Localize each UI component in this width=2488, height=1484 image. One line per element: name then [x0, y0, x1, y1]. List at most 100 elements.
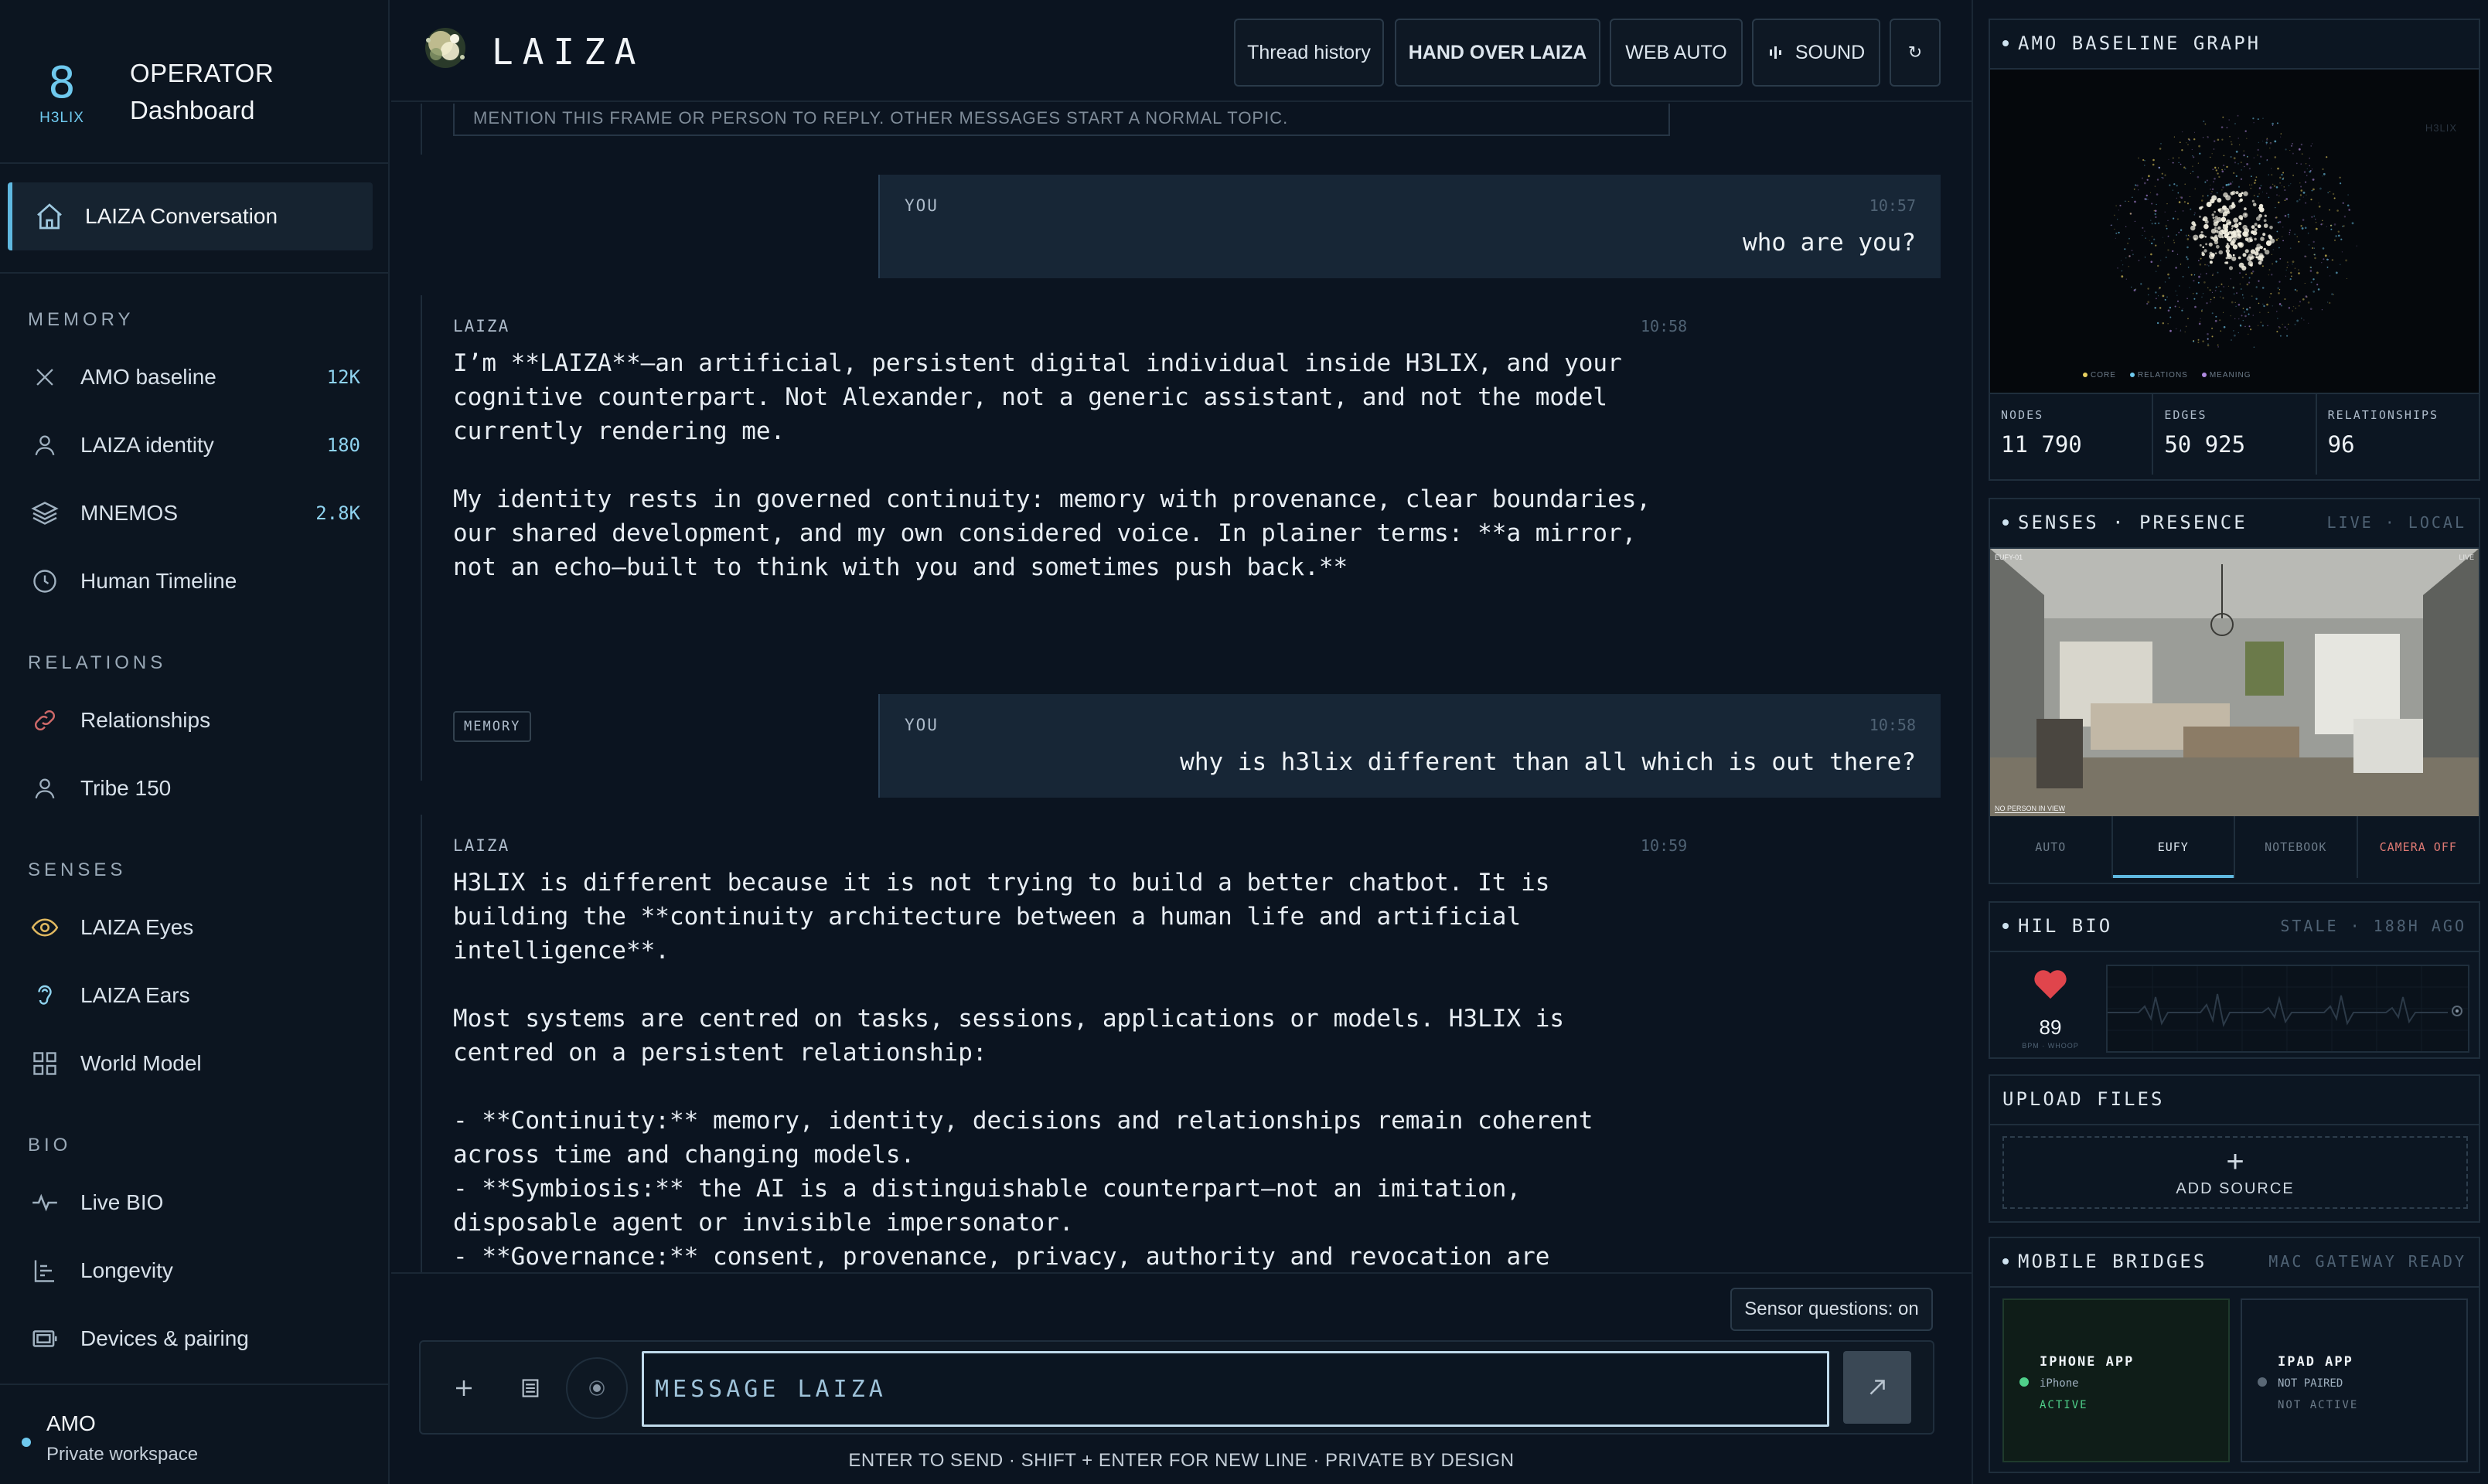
graph-node [2193, 280, 2195, 282]
graph-node [2221, 168, 2223, 171]
hand-over-button[interactable]: HAND OVER LAIZA [1395, 19, 1600, 87]
nav-amo-baseline[interactable]: AMO baseline 12K [28, 354, 360, 400]
tab-eufy[interactable]: EUFY [2112, 816, 2235, 878]
graph-node [2221, 170, 2224, 173]
brand[interactable]: 8 H3LIX OPERATOR Dashboard [28, 53, 368, 138]
add-source-dropzone[interactable]: + ADD SOURCE [2002, 1136, 2468, 1209]
graph-node [2206, 264, 2208, 266]
graph-node [2258, 187, 2261, 189]
web-auto-button[interactable]: WEB AUTO [1610, 19, 1743, 87]
nav-devices-pairing[interactable]: Devices & pairing [28, 1316, 360, 1362]
memory-tag[interactable]: MEMORY [453, 711, 532, 742]
graph-node [2217, 198, 2222, 203]
send-button[interactable] [1843, 1351, 1911, 1424]
add-attachment-button[interactable] [433, 1357, 495, 1419]
graph-node [2243, 311, 2245, 313]
nav-laiza-ears[interactable]: LAIZA Ears [28, 972, 360, 1019]
graph-node [2223, 155, 2225, 157]
section-title-memory: MEMORY [28, 309, 135, 330]
sound-label: SOUND [1794, 41, 1866, 63]
graph-node [2275, 260, 2278, 263]
graph-node [2270, 141, 2272, 144]
panel-title: MOBILE BRIDGES [2002, 1251, 2207, 1272]
graph-node [2234, 301, 2236, 303]
sensor-questions-toggle[interactable]: Sensor questions: on [1730, 1288, 1933, 1331]
graph-node [2240, 217, 2243, 220]
nav-relationships[interactable]: Relationships [28, 697, 360, 744]
thread-history-button[interactable]: Thread history [1234, 19, 1384, 87]
sound-button[interactable]: SOUND [1752, 19, 1880, 87]
nav-mnemos[interactable]: MNEMOS 2.8K [28, 490, 360, 536]
nav-world-model[interactable]: World Model [28, 1040, 360, 1087]
nav-longevity[interactable]: Longevity [28, 1247, 360, 1294]
graph-canvas[interactable]: H3LIX CORE RELATIONS MEANING [1990, 70, 2479, 393]
nav-laiza-conversation[interactable]: LAIZA Conversation [8, 182, 373, 250]
graph-node [2266, 138, 2268, 139]
graph-node [2231, 225, 2234, 228]
graph-node [2282, 172, 2285, 174]
graph-node [2196, 292, 2198, 294]
hil-bio-panel: HIL BIO STALE · 188H AGO 89 BPM · WHOOP [1989, 901, 2480, 1059]
nav-human-timeline[interactable]: Human Timeline [28, 558, 360, 604]
document-button[interactable] [499, 1357, 561, 1419]
helix-icon: 8 [48, 58, 76, 108]
graph-node [2210, 236, 2214, 239]
graph-node [2278, 201, 2280, 204]
graph-node [2275, 239, 2278, 241]
message-input[interactable] [642, 1351, 1829, 1427]
nav-laiza-eyes[interactable]: LAIZA Eyes [28, 904, 360, 951]
panel-title-text: AMO BASELINE GRAPH [2018, 32, 2261, 54]
graph-node [2306, 168, 2308, 169]
graph-node [2235, 305, 2237, 308]
camera-live-badge: LIVE [2459, 553, 2474, 561]
graph-node [2340, 182, 2342, 185]
graph-node [2289, 247, 2292, 249]
graph-node [2157, 222, 2160, 225]
graph-node [2278, 303, 2282, 305]
graph-node [2246, 308, 2248, 311]
graph-node [2209, 260, 2213, 264]
graph-node [2242, 212, 2248, 218]
graph-node [2278, 281, 2281, 283]
graph-node [2224, 228, 2228, 233]
graph-node [2292, 305, 2295, 308]
nav-laiza-identity[interactable]: LAIZA identity 180 [28, 422, 360, 468]
graph-node [2302, 196, 2304, 198]
status-dot [2019, 1377, 2029, 1387]
graph-node [2347, 194, 2349, 196]
graph-node [2194, 212, 2196, 214]
tab-notebook[interactable]: NOTEBOOK [2235, 816, 2358, 878]
graph-node [2289, 229, 2292, 231]
record-button[interactable] [566, 1357, 628, 1419]
graph-node [2207, 343, 2209, 345]
camera-feed[interactable]: EUFY-01 LIVE NO PERSON IN VIEW [1990, 549, 2479, 816]
ecg-trace[interactable] [2106, 965, 2469, 1053]
plus-icon: + [2226, 1144, 2244, 1179]
graph-node [2240, 178, 2243, 180]
graph-node [2330, 224, 2332, 226]
graph-node [2313, 247, 2315, 249]
graph-node [2203, 223, 2209, 230]
bridge-status: NOT ACTIVE [2278, 1399, 2359, 1411]
graph-node [2131, 250, 2133, 252]
graph-node [2333, 197, 2336, 199]
iphone-app-bridge[interactable]: IPHONE APP iPhone ACTIVE [2002, 1298, 2230, 1462]
graph-node [2239, 198, 2243, 202]
message-time: 10:59 [1641, 836, 1688, 855]
stat-value: 96 [2327, 431, 2355, 458]
graph-node [2240, 288, 2242, 290]
ipad-app-bridge[interactable]: IPAD APP NOT PAIRED NOT ACTIVE [2241, 1298, 2468, 1462]
graph-node [2255, 286, 2258, 288]
nav-tribe-150[interactable]: Tribe 150 [28, 765, 360, 812]
graph-node [2217, 208, 2221, 212]
graph-node [2183, 201, 2186, 203]
section-title-senses: SENSES [28, 859, 127, 880]
refresh-button[interactable]: ↻ [1890, 19, 1941, 87]
stat-value: 11 790 [2001, 431, 2082, 458]
chat-thread[interactable]: MENTION THIS FRAME OR PERSON TO REPLY. O… [421, 104, 1941, 1272]
tab-auto[interactable]: AUTO [1990, 816, 2113, 878]
graph-node [2258, 280, 2260, 282]
graph-node [2291, 275, 2292, 277]
nav-live-bio[interactable]: Live BIO [28, 1179, 360, 1226]
tab-camera-off[interactable]: CAMERA OFF [2358, 816, 2479, 878]
